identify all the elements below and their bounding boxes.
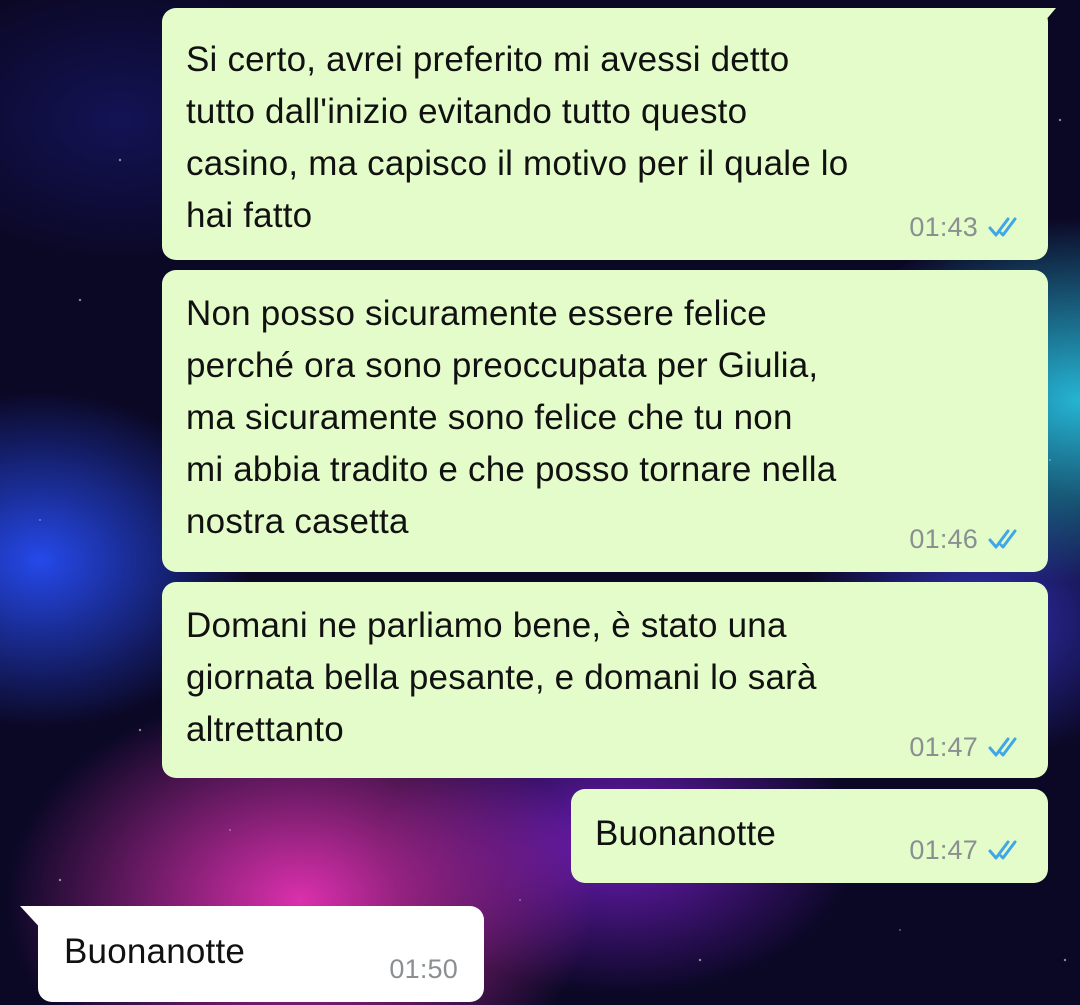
message-meta: 01:43 xyxy=(909,212,1022,242)
message-meta: 01:46 xyxy=(909,524,1022,554)
message-time: 01:47 xyxy=(909,835,978,865)
message-time: 01:50 xyxy=(389,954,458,984)
double-check-icon xyxy=(988,529,1017,549)
double-check-icon xyxy=(988,737,1017,757)
message-meta: 01:47 xyxy=(909,732,1022,762)
message-text: Buonanotte xyxy=(595,814,777,853)
message-bubble-outgoing[interactable]: Non posso sicuramente essere felice perc… xyxy=(162,270,1048,572)
message-bubble-outgoing[interactable]: Buonanotte 01:47 xyxy=(571,789,1048,883)
double-check-icon xyxy=(988,840,1017,860)
double-check-icon xyxy=(988,217,1017,237)
message-meta: 01:50 xyxy=(389,954,458,984)
message-time: 01:46 xyxy=(909,524,978,554)
bubble-tail xyxy=(20,906,52,932)
message-text: Si certo, avrei preferito mi avessi dett… xyxy=(186,40,849,235)
bubble-tail xyxy=(1026,8,1056,34)
message-time: 01:43 xyxy=(909,212,978,242)
message-bubble-incoming[interactable]: Buonanotte 01:50 xyxy=(20,906,484,1002)
message-text: Domani ne parliamo bene, è stato una gio… xyxy=(186,606,817,749)
message-bubble-outgoing[interactable]: Si certo, avrei preferito mi avessi dett… xyxy=(162,8,1056,260)
message-meta: 01:47 xyxy=(909,835,1022,865)
chat-message-list[interactable]: Si certo, avrei preferito mi avessi dett… xyxy=(0,0,1080,1005)
message-text: Non posso sicuramente essere felice perc… xyxy=(186,294,837,541)
message-text: Buonanotte xyxy=(64,932,246,971)
message-time: 01:47 xyxy=(909,732,978,762)
message-bubble-outgoing[interactable]: Domani ne parliamo bene, è stato una gio… xyxy=(162,582,1048,778)
